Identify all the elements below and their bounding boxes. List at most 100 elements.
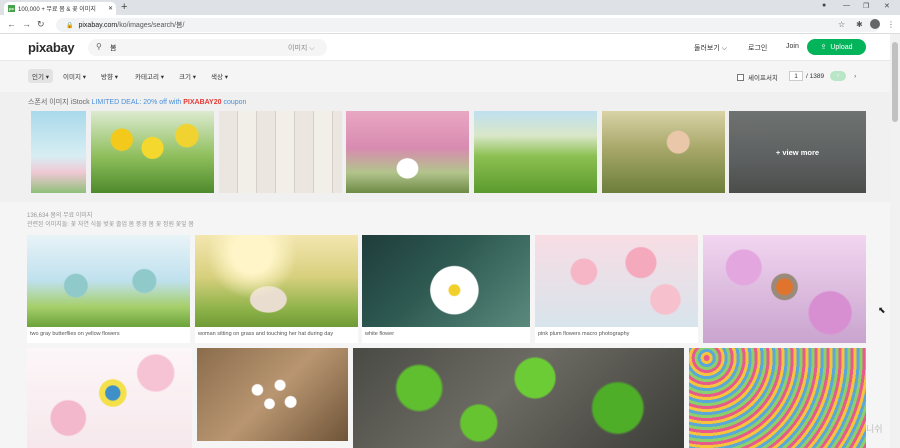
profile-avatar[interactable] [870, 19, 880, 29]
filter-bar: 인기 ▾ 이미지 ▾ 방향 ▾ 카테고리 ▾ 크기 ▾ 색상 ▾ 세이프서치 1… [0, 61, 890, 92]
browser-menu-icon[interactable]: ⋮ [887, 20, 895, 29]
image-caption: pink plum flowers macro photography [535, 327, 698, 343]
filter-popular[interactable]: 인기 ▾ [28, 69, 54, 83]
reload-icon[interactable]: ↻ [37, 19, 45, 30]
back-arrow-icon[interactable]: ← [7, 19, 16, 29]
tab-close-icon[interactable]: ✕ [105, 5, 116, 12]
window-close-button[interactable]: ✕ [884, 2, 890, 10]
image-card[interactable]: woman sitting on grass and touching her … [195, 235, 358, 343]
pixabay-logo[interactable]: pixabay [28, 40, 75, 55]
deal-text: LIMITED DEAL: 20% off with [91, 99, 182, 106]
filter-label: 방향 [101, 74, 113, 81]
image-thumbnail[interactable] [197, 348, 348, 441]
window-minimize-button[interactable]: — [843, 2, 850, 9]
pixabay-favicon-icon: px [8, 5, 15, 12]
login-link[interactable]: 로그인 [748, 43, 767, 53]
image-thumbnail[interactable] [689, 348, 866, 448]
filter-size[interactable]: 크기 ▾ [179, 71, 196, 81]
sponsored-label: 스폰서 이미지 iStock LIMITED DEAL: 20% off wit… [28, 97, 246, 107]
browser-tab[interactable]: px 100,000 + 무료 봄 & 꽃 이미지 ✕ [4, 2, 116, 15]
watermark-text: 니쉬 [866, 424, 883, 434]
search-input[interactable] [110, 41, 260, 54]
safesearch-label: 세이프서치 [748, 75, 778, 82]
join-link[interactable]: Join [786, 43, 799, 50]
url-path: /ko/images/search/봄/ [117, 22, 185, 29]
image-thumbnail[interactable] [27, 235, 190, 327]
sponsored-image[interactable] [346, 111, 469, 193]
sponsored-image[interactable] [91, 111, 214, 193]
chevron-down-icon: ⌵ [721, 45, 728, 52]
sponsored-section: 스폰서 이미지 iStock LIMITED DEAL: 20% off wit… [0, 92, 890, 202]
chevron-right-icon[interactable]: › [854, 73, 856, 80]
image-thumbnail[interactable] [353, 348, 684, 448]
image-thumbnail[interactable] [27, 348, 192, 448]
image-card[interactable]: pink plum flowers macro photography [535, 235, 698, 343]
upload-label: Upload [830, 43, 853, 51]
search-icon[interactable]: ⚲ [96, 42, 102, 51]
tab-title: 100,000 + 무료 봄 & 꽃 이미지 [18, 7, 96, 13]
site-header: pixabay ⚲ 이미지 ⌵ 둘러보기 ⌵ 로그인 Join ⇪ Upload [0, 34, 890, 61]
page-scrollbar[interactable] [890, 34, 900, 448]
sponsored-image[interactable] [219, 111, 342, 193]
explore-label: 둘러보기 [694, 45, 720, 52]
browser-toolbar: ← → ↻ 🔒 pixabay.com/ko/images/search/봄/ … [0, 15, 900, 34]
image-thumbnail[interactable] [362, 235, 530, 327]
image-card[interactable]: two gray butterflies on yellow flowers [27, 235, 190, 343]
sponsored-image[interactable] [602, 111, 725, 193]
image-thumbnail[interactable] [535, 235, 698, 327]
scrollbar-thumb[interactable] [892, 42, 898, 122]
filter-label: 이미지 [63, 74, 81, 81]
image-caption: woman sitting on grass and touching her … [195, 327, 358, 343]
filter-label: 크기 [179, 74, 191, 81]
deal-link[interactable]: LIMITED DEAL: 20% off with PIXABAY20 cou… [92, 99, 247, 106]
filter-orientation[interactable]: 방향 ▾ [101, 71, 118, 81]
filter-color[interactable]: 색상 ▾ [211, 71, 228, 81]
view-more-tile[interactable]: + view more [729, 111, 866, 193]
filter-images[interactable]: 이미지 ▾ [63, 71, 86, 81]
new-tab-button[interactable]: + [121, 1, 127, 13]
forward-arrow-icon[interactable]: → [22, 19, 31, 29]
search-type-label: 이미지 [288, 45, 308, 52]
image-thumbnail[interactable] [195, 235, 358, 327]
page-total: / 1389 [806, 72, 825, 80]
explore-menu[interactable]: 둘러보기 ⌵ [694, 43, 727, 53]
sponsored-image[interactable] [31, 111, 86, 193]
results-info: 136,634 봄의 무료 이미지 관련된 이미지들: 꽃 자연 식물 벚꽃 졸… [27, 212, 194, 230]
upload-button[interactable]: ⇪ Upload [807, 39, 866, 55]
search-bar: ⚲ 이미지 ⌵ [88, 39, 327, 56]
related-searches[interactable]: 관련된 이미지들: 꽃 자연 식물 벚꽃 졸업 봄 풍경 봄 꽃 정원 꽃잎 봄 [27, 221, 194, 230]
image-caption: white flower [362, 327, 530, 343]
extensions-icon[interactable]: ✱ [856, 20, 863, 29]
page-input[interactable]: 1 [789, 71, 803, 81]
filter-label: 색상 [211, 74, 223, 81]
image-card[interactable] [353, 348, 684, 448]
upload-icon: ⇪ [820, 44, 827, 51]
chevron-down-icon: ⌵ [309, 45, 315, 52]
url-domain: pixabay.com [78, 21, 118, 29]
sponsor-text: 스폰서 이미지 iStock [28, 99, 90, 106]
next-page-button[interactable]: › [830, 71, 847, 81]
image-card[interactable] [197, 348, 348, 441]
image-caption: two gray butterflies on yellow flowers [27, 327, 190, 343]
extension-record-icon[interactable]: ● [822, 2, 826, 9]
filter-category[interactable]: 카테고리 ▾ [135, 71, 164, 81]
image-card[interactable] [703, 235, 866, 343]
bookmark-star-icon[interactable]: ☆ [838, 20, 845, 29]
search-type-dropdown[interactable]: 이미지 ⌵ [288, 43, 315, 53]
window-restore-button[interactable]: ❐ [863, 2, 869, 10]
results-count: 136,634 봄의 무료 이미지 [27, 213, 93, 219]
image-thumbnail[interactable] [703, 235, 866, 343]
pagination: 1 / 1389 › › [789, 71, 856, 81]
image-card[interactable] [689, 348, 866, 448]
address-bar[interactable]: 🔒 pixabay.com/ko/images/search/봄/ [56, 18, 880, 32]
filter-label: 카테고리 [135, 74, 159, 81]
sponsored-image[interactable] [474, 111, 597, 193]
image-card[interactable]: white flower [362, 235, 530, 343]
safesearch-toggle[interactable]: 세이프서치 [737, 72, 778, 82]
safesearch-checkbox[interactable] [737, 73, 744, 81]
view-more-label: + view more [775, 147, 820, 157]
coupon-text: coupon [223, 99, 247, 106]
coupon-code: PIXABAY20 [183, 99, 222, 106]
image-card[interactable] [27, 348, 192, 448]
filter-label: 인기 [32, 74, 44, 81]
